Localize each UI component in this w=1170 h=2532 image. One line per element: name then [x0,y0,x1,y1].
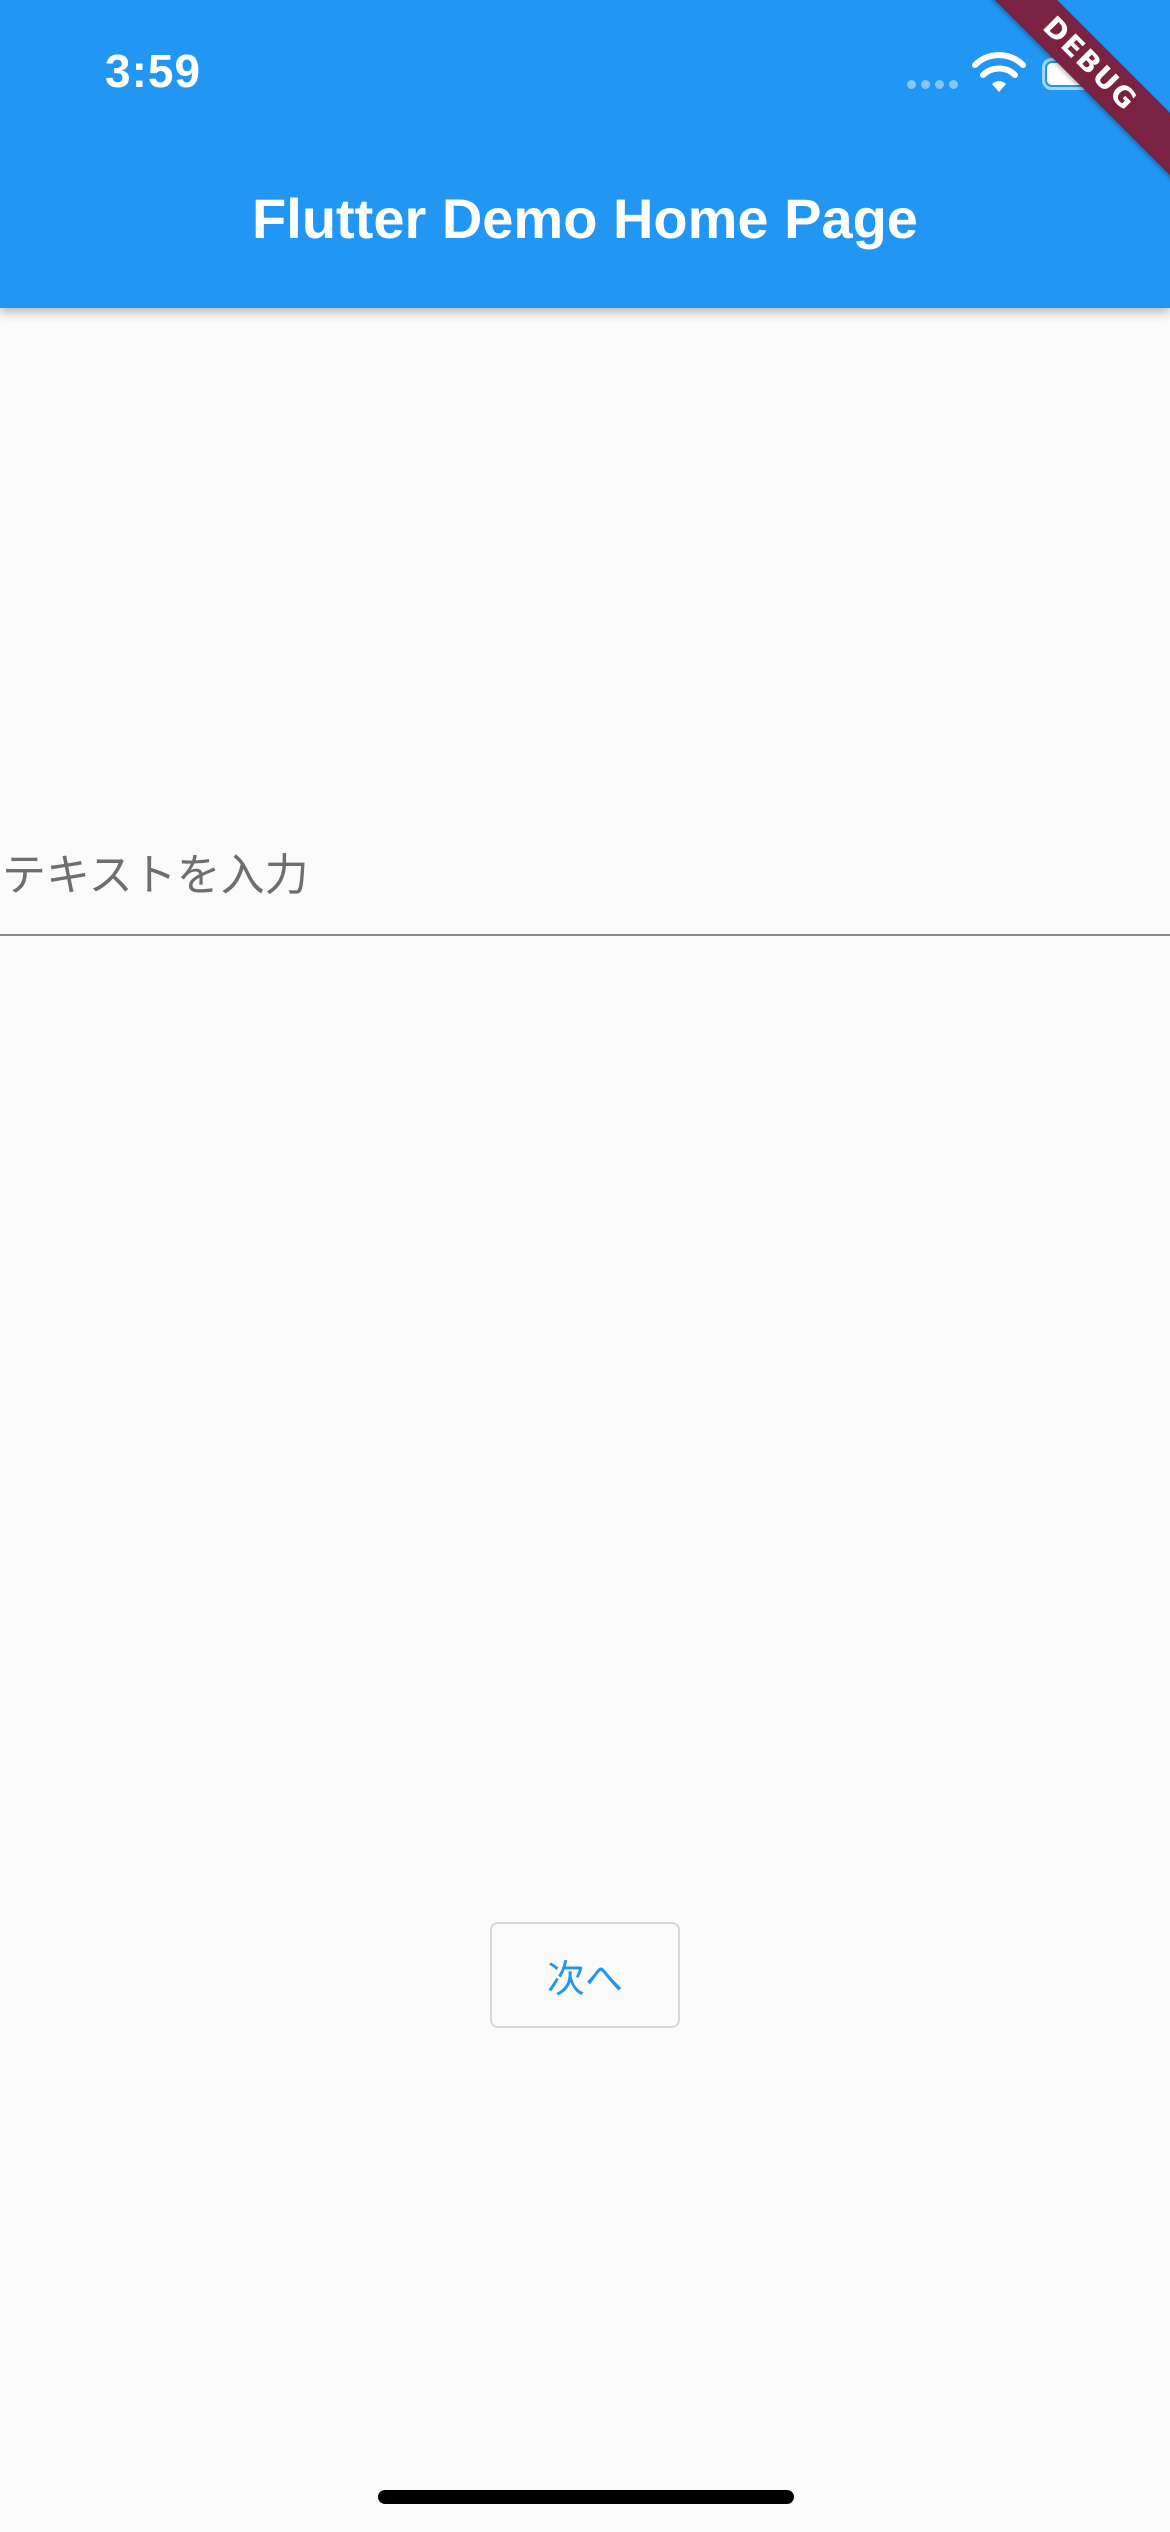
signal-dots-icon [907,80,958,89]
app-bar: 3:59 Flutter Demo Home Page [0,0,1170,308]
home-indicator[interactable] [378,2490,794,2504]
app-screen: 3:59 Flutter Demo Home Page DEBUG 次へ [0,0,1170,2532]
text-field[interactable] [0,820,1170,936]
page-title: Flutter Demo Home Page [252,187,918,250]
status-time: 3:59 [105,45,202,97]
next-button[interactable]: 次へ [490,1922,680,2028]
battery-icon [1042,58,1104,90]
wifi-icon [972,52,1026,92]
text-input[interactable] [2,820,1170,930]
